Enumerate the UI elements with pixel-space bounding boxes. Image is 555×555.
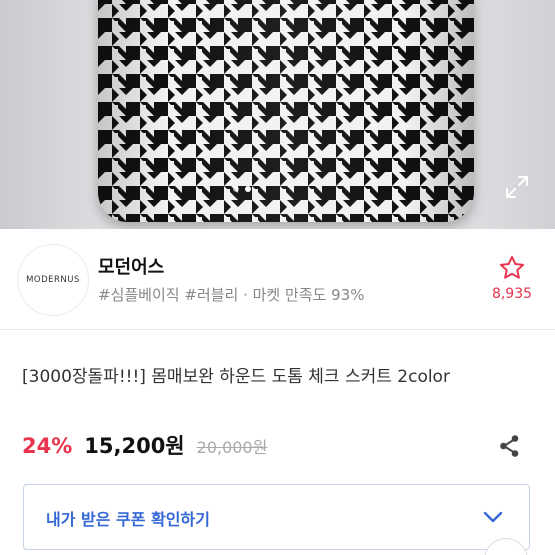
- coupon-label: 내가 받은 쿠폰 확인하기: [46, 510, 210, 529]
- price-row: 24% 15,200원 20,000원: [22, 430, 267, 460]
- share-button[interactable]: [496, 432, 524, 460]
- houndstooth-skirt-photo: [98, 0, 474, 222]
- skirt-shading: [98, 0, 474, 222]
- like-button[interactable]: [492, 254, 532, 284]
- carousel-indicator: [233, 186, 251, 192]
- star-outline-icon: [499, 255, 525, 279]
- seller-tags: #심플베이직 #러블리 · 마켓 만족도 93%: [98, 286, 365, 304]
- sale-price: 15,200원: [84, 434, 185, 458]
- carousel-dot-active[interactable]: [245, 186, 251, 192]
- chevron-down-icon: [483, 511, 503, 523]
- share-icon: [500, 435, 519, 457]
- seller-name[interactable]: 모던어스: [98, 253, 164, 279]
- expand-icon: [506, 176, 528, 198]
- seller-logo[interactable]: MODERNUS: [17, 244, 89, 316]
- seller-logo-text: MODERNUS: [26, 275, 80, 285]
- carousel-dot[interactable]: [233, 186, 239, 192]
- like-count: 8,935: [491, 286, 533, 302]
- discount-rate: 24%: [22, 434, 73, 458]
- product-image[interactable]: [0, 0, 555, 229]
- original-price: 20,000원: [196, 438, 268, 457]
- seller-info[interactable]: MODERNUS 모던어스 #심플베이직 #러블리 · 마켓 만족도 93% 8…: [0, 229, 555, 330]
- coupon-check-button[interactable]: 내가 받은 쿠폰 확인하기: [23, 484, 530, 550]
- expand-image-button[interactable]: [502, 172, 532, 202]
- product-title: [3000장돌파!!!] 몸매보완 하운드 도톰 체크 스커트 2color: [22, 367, 450, 387]
